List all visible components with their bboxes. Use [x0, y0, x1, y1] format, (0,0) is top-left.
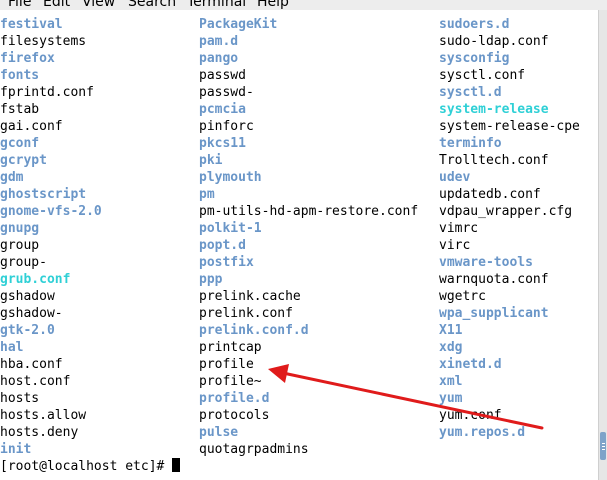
file-entry: passwd-	[199, 85, 254, 100]
file-entry: warnquota.conf	[439, 272, 549, 287]
file-entry: X11	[439, 323, 463, 338]
file-entry: pkcs11	[199, 136, 246, 151]
vertical-scrollbar[interactable]	[598, 10, 607, 480]
file-entry: udev	[439, 170, 471, 185]
file-entry: gai.conf	[0, 119, 63, 134]
text-cursor	[172, 458, 181, 472]
file-entry: hosts.allow	[0, 408, 87, 423]
file-entry: yum.repos.d	[439, 425, 526, 440]
file-entry: yum.conf	[439, 408, 502, 423]
file-entry: quotagrpadmins	[199, 442, 309, 457]
file-entry: protocols	[199, 408, 270, 423]
file-entry: vdpau_wrapper.cfg	[439, 204, 573, 219]
file-entry: group-	[0, 255, 47, 270]
listing-column-1: festival filesystems firefox fonts fprintd.c…	[0, 16, 102, 458]
file-entry: gcrypt	[0, 153, 47, 168]
file-entry: Trolltech.conf	[439, 153, 549, 168]
file-entry: pcmcia	[199, 102, 246, 117]
file-entry: pam.d	[199, 34, 239, 49]
file-entry: gtk-2.0	[0, 323, 55, 338]
menu-search[interactable]: Search	[128, 0, 176, 10]
file-entry: hba.conf	[0, 357, 63, 372]
file-entry: terminfo	[439, 136, 502, 151]
file-entry: wgetrc	[439, 289, 486, 304]
file-entry: pinforc	[199, 119, 254, 134]
file-entry: hosts.deny	[0, 425, 79, 440]
file-entry: xinetd.d	[439, 357, 502, 372]
file-entry: vmware-tools	[439, 255, 533, 270]
terminal-output[interactable]: festival filesystems firefox fonts fprintd.c…	[0, 10, 599, 480]
file-entry: hosts	[0, 391, 40, 406]
file-entry: filesystems	[0, 34, 87, 49]
file-entry: xdg	[439, 340, 463, 355]
file-entry: fstab	[0, 102, 40, 117]
file-entry: profile	[199, 357, 254, 372]
file-entry: gshadow	[0, 289, 55, 304]
file-entry: fonts	[0, 68, 40, 83]
file-entry: wpa_supplicant	[439, 306, 549, 321]
file-entry: prelink.conf	[199, 306, 293, 321]
shell-prompt: [root@localhost etc]#	[0, 459, 173, 474]
file-entry: group	[0, 238, 40, 253]
file-entry: gshadow-	[0, 306, 63, 321]
file-entry: profile~	[199, 374, 262, 389]
file-entry: prelink.conf.d	[199, 323, 309, 338]
file-entry: postfix	[199, 255, 254, 270]
file-entry: sudo-ldap.conf	[439, 34, 549, 49]
file-entry: gnome-vfs-2.0	[0, 204, 102, 219]
file-entry: pki	[199, 153, 223, 168]
listing-column-3: sudoers.d sudo-ldap.conf sysconfig sysctl.c…	[439, 16, 580, 441]
file-entry: vimrc	[439, 221, 479, 236]
file-entry: polkit-1	[199, 221, 262, 236]
file-entry: pm	[199, 187, 215, 202]
menu-bar: File Edit View Search Terminal Help	[0, 0, 607, 10]
file-entry: pango	[199, 51, 239, 66]
file-entry: plymouth	[199, 170, 262, 185]
file-entry: pm-utils-hd-apm-restore.conf	[199, 204, 419, 219]
file-entry: firefox	[0, 51, 55, 66]
file-entry: profile.d	[199, 391, 270, 406]
file-entry: ppp	[199, 272, 223, 287]
scrollbar-thumb[interactable]	[600, 432, 606, 460]
shell-prompt-line[interactable]: [root@localhost etc]#	[0, 458, 181, 475]
file-entry: host.conf	[0, 374, 71, 389]
menu-terminal[interactable]: Terminal	[187, 0, 246, 10]
file-entry: gconf	[0, 136, 40, 151]
file-entry: grub.conf	[0, 272, 71, 287]
file-entry: prelink.cache	[199, 289, 301, 304]
menu-file[interactable]: File	[8, 0, 31, 10]
file-entry: system-release	[439, 102, 549, 117]
file-entry: fprintd.conf	[0, 85, 94, 100]
file-entry: updatedb.conf	[439, 187, 541, 202]
menu-view[interactable]: View	[82, 0, 115, 10]
file-entry: PackageKit	[199, 17, 278, 32]
file-entry: system-release-cpe	[439, 119, 580, 134]
listing-column-2: PackageKit pam.d pango passwd passwd-pcmcia p…	[199, 16, 418, 458]
file-entry: popt.d	[199, 238, 246, 253]
file-entry: sudoers.d	[439, 17, 510, 32]
file-entry: init	[0, 442, 32, 457]
menu-help[interactable]: Help	[257, 0, 289, 10]
file-entry: xml	[439, 374, 463, 389]
file-entry: yum	[439, 391, 463, 406]
file-entry: festival	[0, 17, 63, 32]
file-entry: passwd	[199, 68, 246, 83]
file-entry: pulse	[199, 425, 239, 440]
file-entry: sysctl.conf	[439, 68, 526, 83]
file-entry: printcap	[199, 340, 262, 355]
file-entry: ghostscript	[0, 187, 87, 202]
file-entry: gnupg	[0, 221, 40, 236]
file-entry: sysconfig	[439, 51, 510, 66]
menu-edit[interactable]: Edit	[43, 0, 70, 10]
file-entry: hal	[0, 340, 24, 355]
file-entry: virc	[439, 238, 471, 253]
file-entry: sysctl.d	[439, 85, 502, 100]
file-entry: gdm	[0, 170, 24, 185]
